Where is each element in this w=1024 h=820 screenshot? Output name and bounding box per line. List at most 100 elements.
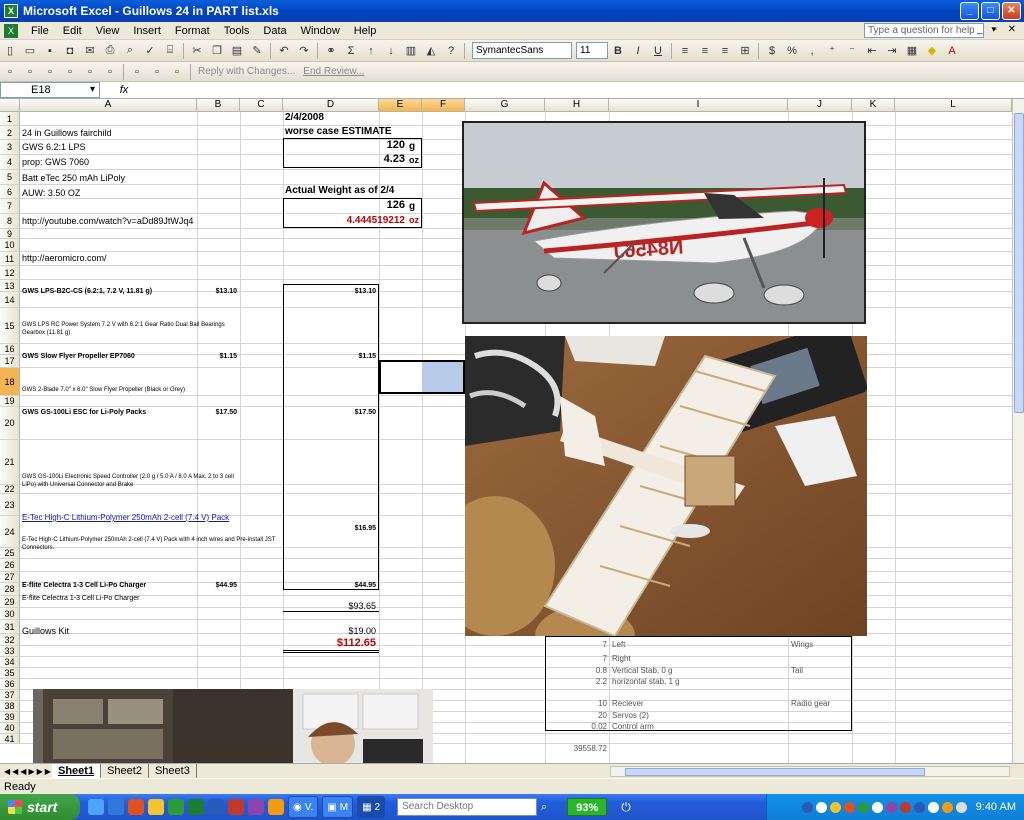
cell-d31[interactable]: $112.65 (285, 638, 376, 649)
toolbar-icon[interactable]: ▫ (82, 64, 98, 80)
autosum-icon[interactable]: Σ (343, 43, 359, 59)
quicklaunch-icon[interactable] (168, 799, 184, 815)
cell-h34[interactable]: 2.2 (546, 676, 607, 687)
volume-icon[interactable] (955, 801, 967, 813)
help-icon[interactable]: ? (443, 43, 459, 59)
row-header[interactable]: 37 (0, 690, 20, 701)
cell-a5[interactable]: Batt eTec 250 mAh LiPoly (22, 173, 125, 184)
cell-a3[interactable]: GWS 6.2:1 LPS (22, 142, 86, 153)
font-size-select[interactable]: 11 (576, 42, 608, 59)
row-header[interactable]: 31 (0, 620, 20, 634)
cell-i33[interactable]: Vertical Stab, 0 g (612, 665, 672, 676)
cell-a26[interactable]: E-flite Celectra 1-3 Cell Li-Po Charger (22, 580, 146, 591)
toolbar-icon[interactable]: ▫ (102, 64, 118, 80)
row-header[interactable]: 35 (0, 668, 20, 679)
decrease-indent-icon[interactable]: ⇤ (864, 43, 880, 59)
font-color-icon[interactable]: A (944, 43, 960, 59)
start-button[interactable]: start (0, 794, 80, 820)
fx-icon[interactable]: fx (100, 84, 148, 96)
menu-help[interactable]: Help (347, 25, 384, 37)
tray-icon[interactable] (815, 801, 827, 813)
quicklaunch-icon[interactable] (148, 799, 164, 815)
cell-a6[interactable]: AUW: 3.50 OZ (22, 188, 80, 199)
redo-icon[interactable]: ↷ (296, 43, 312, 59)
row-header[interactable]: 36 (0, 679, 20, 690)
power-icon[interactable]: ⏻ (621, 800, 631, 815)
tray-icon[interactable] (829, 801, 841, 813)
drawing-icon[interactable]: ◭ (423, 43, 439, 59)
cell-i37[interactable]: Servos (2) (612, 710, 649, 721)
quicklaunch-icon[interactable] (248, 799, 264, 815)
spelling-icon[interactable]: ✓ (142, 43, 158, 59)
cell-d2[interactable]: worse case ESTIMATE (285, 126, 392, 137)
row-header[interactable]: 11 (0, 252, 20, 266)
sort-descending-icon[interactable]: ↓ (383, 43, 399, 59)
webcam-photo[interactable] (33, 689, 433, 763)
row-header[interactable]: 22 (0, 485, 20, 494)
reply-with-changes-button[interactable]: Reply with Changes... (198, 66, 295, 77)
column-header[interactable]: E (379, 99, 422, 112)
paste-icon[interactable]: ▤ (229, 43, 245, 59)
airplane-photo[interactable]: N8456J (462, 121, 866, 324)
ie-icon[interactable] (108, 799, 124, 815)
search-desktop-input[interactable]: Search Desktop (397, 798, 538, 816)
row-header[interactable]: 32 (0, 634, 20, 646)
sort-ascending-icon[interactable]: ↑ (363, 43, 379, 59)
help-search-input[interactable]: Type a question for help (864, 23, 984, 38)
cell-h33[interactable]: 0.8 (546, 665, 607, 676)
row-header[interactable]: 26 (0, 559, 20, 572)
horizontal-scroll-thumb[interactable] (625, 768, 925, 776)
column-header[interactable]: A (20, 99, 197, 112)
row-header[interactable]: 9 (0, 229, 20, 239)
cell-a8[interactable]: http://youtube.com/watch?v=aDd89JtWJq4 (22, 216, 193, 227)
row-header[interactable]: 15 (0, 308, 20, 344)
cell-a24[interactable]: E-Tec High-C Lithium-Polymer 250mAh 2-ce… (22, 536, 284, 552)
email-icon[interactable]: ✉ (82, 43, 98, 59)
row-header[interactable]: 12 (0, 266, 20, 280)
row-header[interactable]: 19 (0, 396, 20, 407)
cut-icon[interactable]: ✂ (189, 43, 205, 59)
cell-a2[interactable]: 24 in Guillows fairchild (22, 128, 112, 139)
cell-a23[interactable]: E-Tec High-C Lithium-Polymer 250mAh 2-ce… (22, 512, 242, 523)
row-header[interactable]: 24 (0, 516, 20, 548)
cell-i32[interactable]: Right (612, 653, 631, 664)
cell-j33[interactable]: Tail (791, 665, 803, 676)
hyperlink-icon[interactable]: ⚭ (323, 43, 339, 59)
quicklaunch-icon[interactable] (228, 799, 244, 815)
cell-h31[interactable]: 7 (546, 639, 607, 650)
column-header[interactable]: H (545, 99, 609, 112)
increase-indent-icon[interactable]: ⇥ (884, 43, 900, 59)
cell-j36[interactable]: Radio gear (791, 698, 830, 709)
row-header[interactable]: 20 (0, 407, 20, 440)
cell-h40[interactable]: 39558.72 (546, 743, 607, 754)
row-header[interactable]: 34 (0, 657, 20, 668)
new-icon[interactable]: ▯ (2, 43, 18, 59)
row-header[interactable]: 39 (0, 712, 20, 723)
menu-edit[interactable]: Edit (56, 25, 89, 37)
tab-sheet2[interactable]: Sheet2 (101, 763, 149, 779)
excel-icon[interactable] (188, 799, 204, 815)
row-header[interactable]: 27 (0, 572, 20, 583)
row-header[interactable]: 17 (0, 355, 20, 368)
document-window-buttons[interactable]: _ ▫ ✕ (977, 24, 1020, 35)
document-icon[interactable]: X (4, 23, 18, 38)
maximize-button[interactable]: □ (981, 2, 1000, 20)
row-header[interactable]: 33 (0, 646, 20, 657)
worksheet-grid[interactable]: A B C D E F G H I J K L 1 2 3 4 5 6 7 8 9 10 11 12 1… (0, 99, 1012, 763)
toolbar-icon[interactable]: ▫ (169, 64, 185, 80)
row-header[interactable]: 5 (0, 170, 20, 185)
cell-a18[interactable]: GWS 2-Blade 7.0" x 6.0" Slow Flyer Prope… (22, 386, 242, 394)
cell-i34[interactable]: horizontal stab, 1 g (612, 676, 680, 687)
align-center-icon[interactable]: ≡ (697, 43, 713, 59)
save-icon[interactable]: ▪ (42, 43, 58, 59)
quicklaunch-icon[interactable] (128, 799, 144, 815)
tab-navigation-icon[interactable]: ◀◀◀▶▶▶ (0, 767, 52, 776)
row-header[interactable]: 6 (0, 185, 20, 199)
quicklaunch-icon[interactable] (268, 799, 284, 815)
cell-i31[interactable]: Left (612, 639, 625, 650)
cell-a14[interactable]: GWS LPS-B2C-CS (6.2:1, 7.2 V, 11.81 g) (22, 286, 152, 297)
excel-app-icon[interactable]: X (4, 4, 18, 18)
comma-icon[interactable]: , (804, 43, 820, 59)
selected-cell-e18[interactable] (379, 360, 465, 394)
borders-icon[interactable]: ▦ (904, 43, 920, 59)
